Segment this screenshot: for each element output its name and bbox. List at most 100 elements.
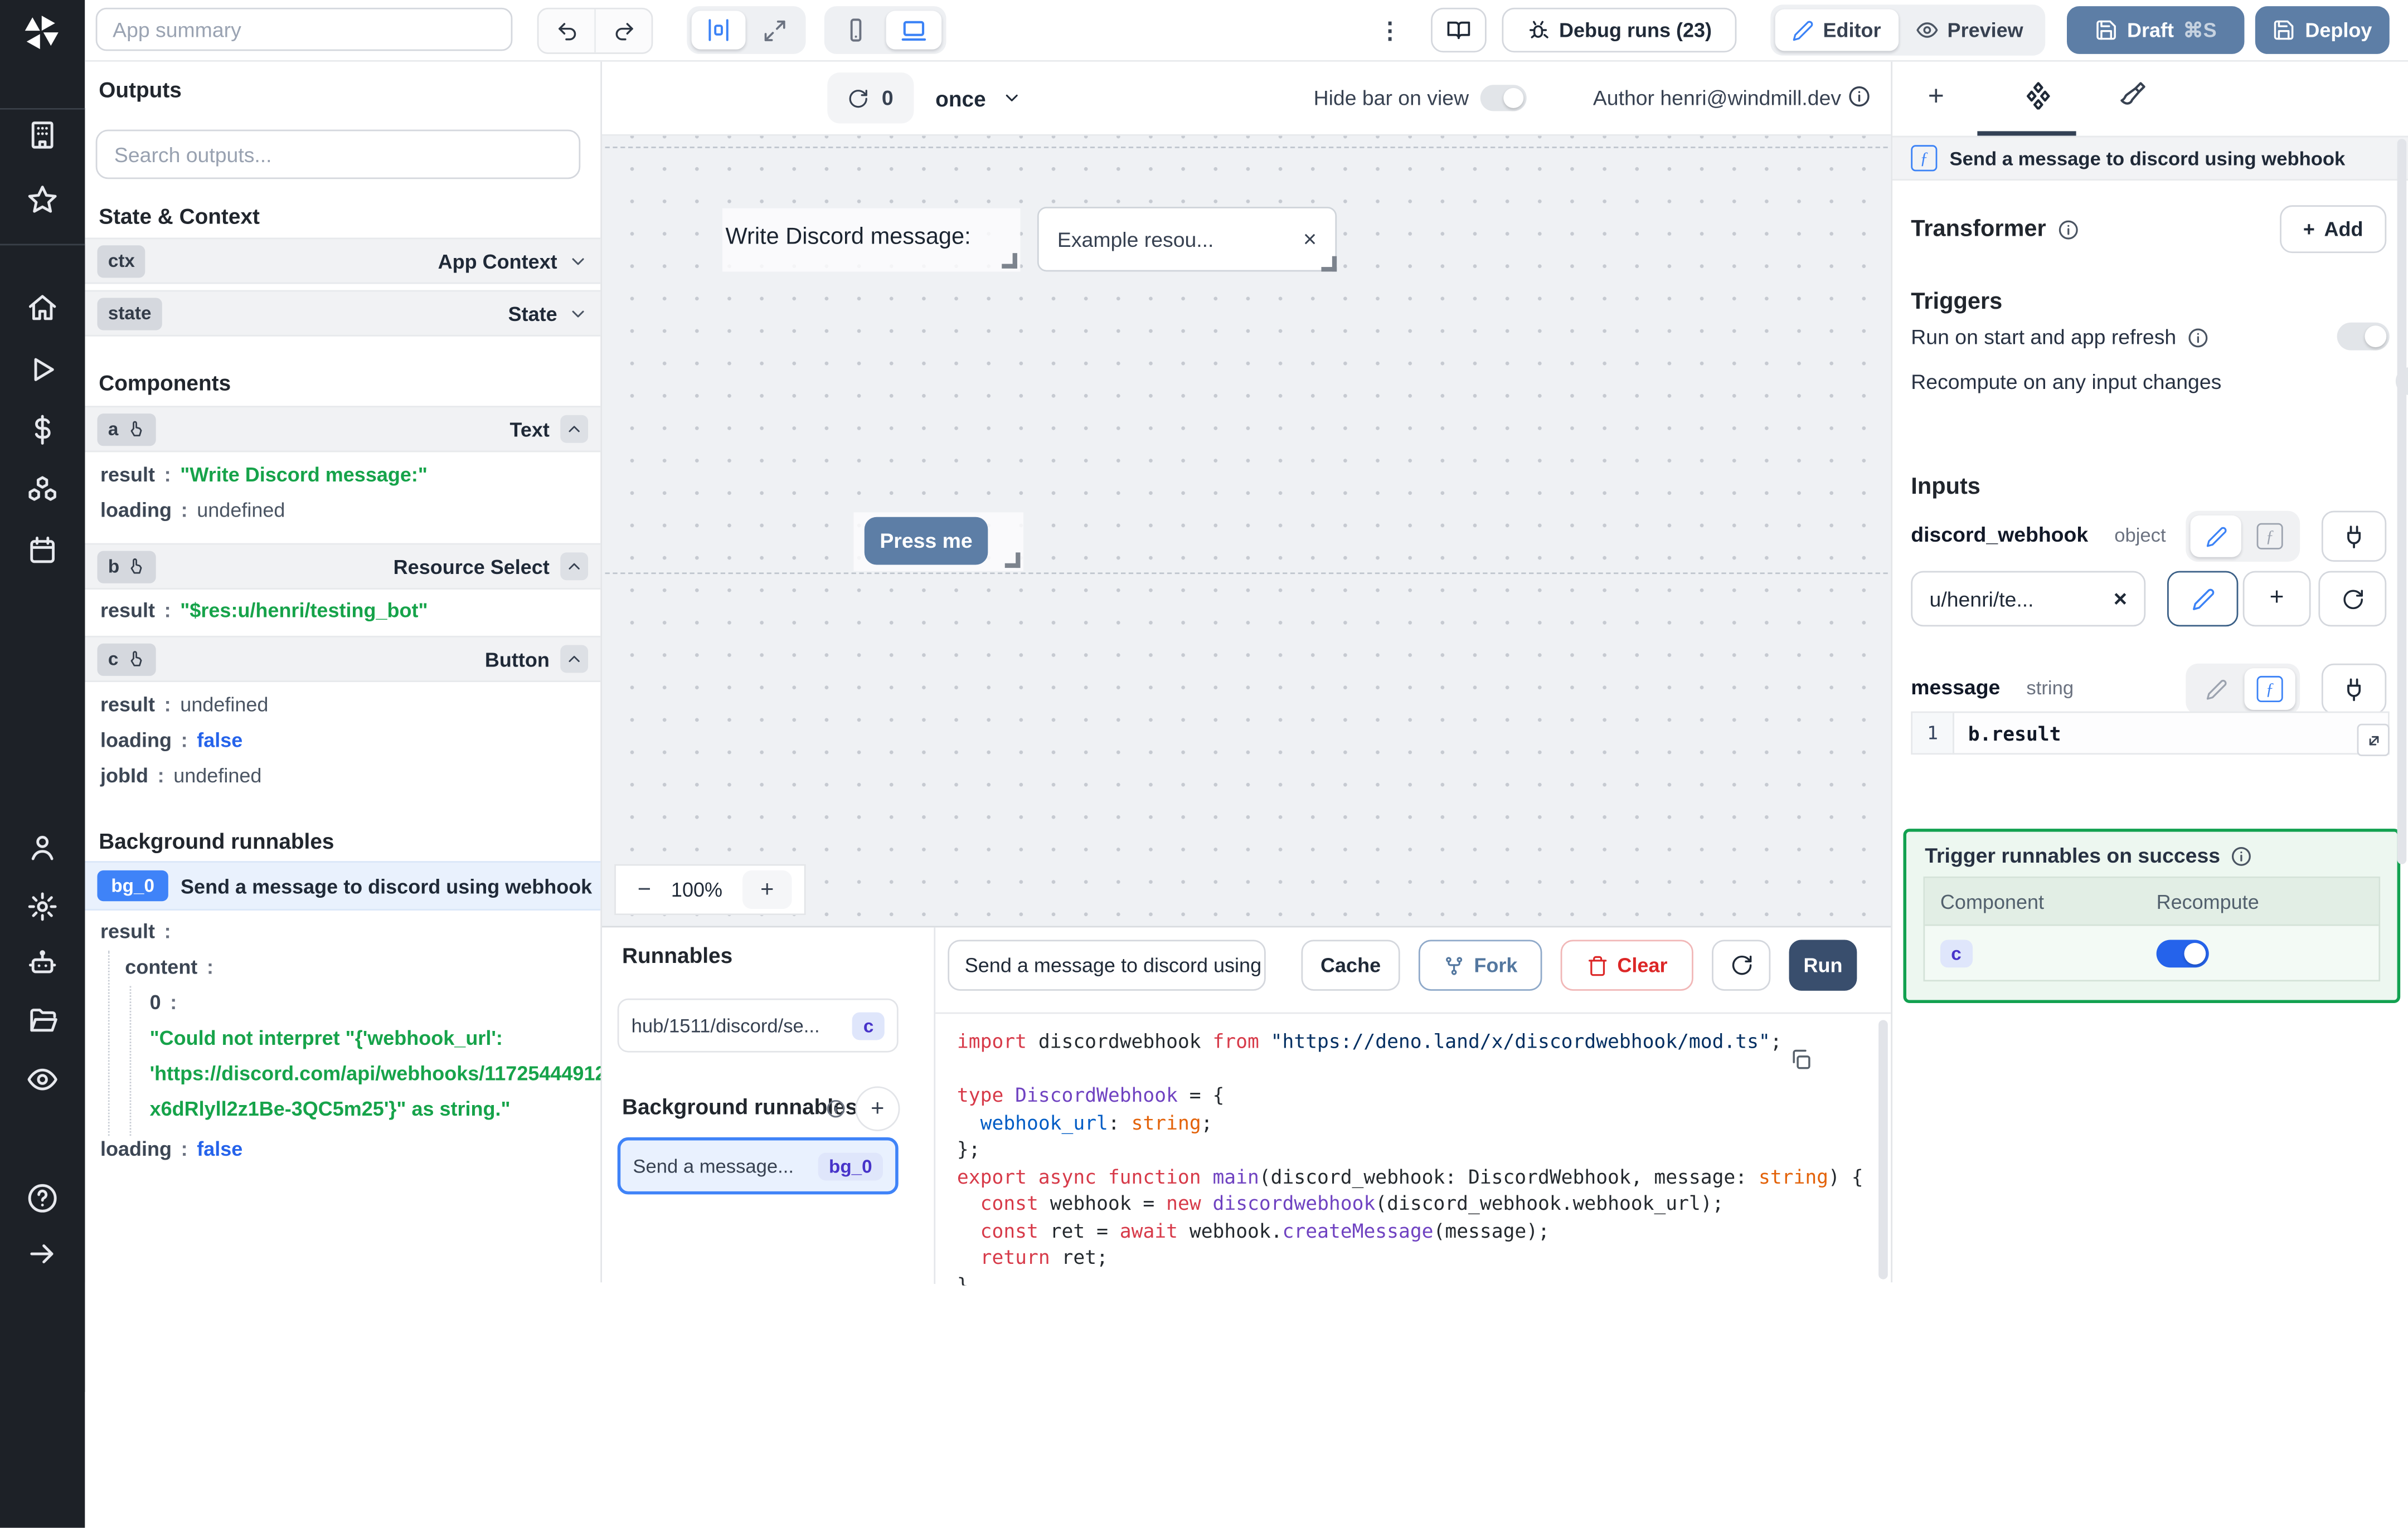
eval-mode-button[interactable]: ƒ <box>2244 668 2295 710</box>
rail-collapse-icon[interactable] <box>26 1238 59 1270</box>
output-error-line[interactable]: x6dRlyll2z1Be-3QC5m25'}" as string." <box>85 1097 600 1121</box>
info-icon[interactable] <box>1848 85 1871 108</box>
output-kv[interactable]: result: "$res:u/henri/testing_bot" <box>85 598 600 622</box>
refresh-resource-button[interactable] <box>2318 571 2387 627</box>
refresh-count-button[interactable]: 0 <box>827 72 914 124</box>
tab-insert-icon[interactable]: + <box>1928 80 1944 113</box>
app-canvas[interactable]: Write Discord message: Example resou... … <box>601 135 1891 926</box>
resize-handle[interactable] <box>1004 552 1021 568</box>
runnable-item-c[interactable]: hub/1511/discord/se... c <box>617 998 899 1053</box>
component-a-badge[interactable]: a <box>97 412 156 445</box>
button-component-frame[interactable]: Press me <box>853 512 1023 571</box>
tab-preview[interactable]: Preview <box>1898 9 2040 51</box>
app-summary-input[interactable] <box>95 7 513 51</box>
output-kv[interactable]: result: "Write Discord message:" <box>85 463 600 486</box>
resource-select-component[interactable]: Example resou... × <box>1037 207 1337 272</box>
component-c-badge[interactable]: c <box>97 643 156 675</box>
static-mode-button[interactable] <box>2191 668 2241 710</box>
info-icon[interactable] <box>2231 845 2252 867</box>
fullscreen-layout-button[interactable] <box>749 11 801 49</box>
recompute-c-toggle[interactable] <box>2156 939 2209 967</box>
static-mode-button[interactable] <box>2190 515 2241 557</box>
output-error-line[interactable]: "Could not interpret "{'webhook_url': <box>85 1026 600 1050</box>
output-kv[interactable]: 0: <box>85 991 600 1014</box>
script-name-button[interactable]: Send a message to discord using <box>948 940 1266 991</box>
chevron-down-icon[interactable] <box>568 251 588 271</box>
rail-audit-icon[interactable] <box>26 1063 59 1096</box>
component-row-c[interactable]: c Button <box>85 635 601 682</box>
edit-resource-button[interactable] <box>2167 571 2239 627</box>
run-mode-select[interactable]: once <box>935 72 1021 123</box>
panel-scrollbar[interactable] <box>2397 139 2407 864</box>
undo-button[interactable] <box>538 9 594 53</box>
rail-help-icon[interactable] <box>26 1182 59 1214</box>
eval-mode-button[interactable]: ƒ <box>2244 515 2295 557</box>
fork-button[interactable]: Fork <box>1418 940 1542 991</box>
cache-button[interactable]: Cache <box>1301 940 1400 991</box>
rail-workers-icon[interactable] <box>26 947 59 980</box>
text-component[interactable]: Write Discord message: <box>722 208 1021 272</box>
resource-picker[interactable]: u/henri/te... × <box>1911 571 2146 627</box>
output-kv[interactable]: loading: false <box>85 728 600 752</box>
collapse-button[interactable] <box>560 645 589 673</box>
connect-input-button[interactable] <box>2321 663 2387 715</box>
refresh-script-button[interactable] <box>1712 940 1771 991</box>
debug-runs-button[interactable]: Debug runs (23) <box>1502 7 1737 53</box>
code-scrollbar[interactable] <box>1878 1020 1888 1279</box>
run-on-start-toggle[interactable] <box>2337 322 2390 351</box>
rail-workspace-icon[interactable] <box>26 119 59 151</box>
draft-button[interactable]: Draft ⌘S <box>2066 6 2245 54</box>
output-kv[interactable]: content: <box>85 955 600 979</box>
press-me-button[interactable]: Press me <box>864 517 988 565</box>
mobile-view-button[interactable] <box>829 11 883 49</box>
bg0-row[interactable]: bg_0 Send a message to discord using web… <box>85 861 601 911</box>
tab-components-icon[interactable] <box>2023 80 2053 110</box>
info-icon[interactable] <box>2057 218 2079 240</box>
chevron-down-icon[interactable] <box>568 303 588 323</box>
output-kv[interactable]: result: undefined <box>85 693 600 716</box>
code-editor[interactable]: import discordwebhook from "https://deno… <box>935 1012 1891 1286</box>
desktop-view-button[interactable] <box>886 11 942 50</box>
component-row-b[interactable]: b Resource Select <box>85 543 601 590</box>
rail-home-icon[interactable] <box>26 291 59 324</box>
add-background-runnable-button[interactable]: + <box>855 1086 900 1131</box>
rail-users-icon[interactable] <box>26 832 59 864</box>
add-transformer-button[interactable]: + Add <box>2280 205 2387 254</box>
zoom-in-button[interactable]: + <box>742 870 792 909</box>
rail-runs-icon[interactable] <box>26 353 59 386</box>
clear-selection-icon[interactable]: × <box>1303 226 1317 252</box>
windmill-logo-icon[interactable] <box>22 12 62 52</box>
collapse-button[interactable] <box>560 552 589 581</box>
connect-input-button[interactable] <box>2321 510 2387 562</box>
create-resource-button[interactable]: + <box>2242 571 2311 627</box>
tab-styling-icon[interactable] <box>2119 80 2147 108</box>
rail-resources-icon[interactable] <box>26 474 59 506</box>
rail-settings-icon[interactable] <box>26 890 59 923</box>
rail-variables-icon[interactable] <box>26 413 59 446</box>
tab-editor[interactable]: Editor <box>1775 9 1898 51</box>
info-icon[interactable] <box>2187 327 2209 348</box>
resize-handle[interactable] <box>1321 256 1337 272</box>
output-kv[interactable]: loading: undefined <box>85 498 600 522</box>
zoom-out-button[interactable]: − <box>638 877 651 903</box>
output-kv[interactable]: result: <box>85 919 600 943</box>
ctx-row[interactable]: ctx App Context <box>85 237 601 284</box>
component-row-a[interactable]: a Text <box>85 406 601 452</box>
docs-button[interactable] <box>1431 7 1487 53</box>
run-button[interactable]: Run <box>1789 940 1857 991</box>
copy-code-icon[interactable] <box>1789 1048 1813 1071</box>
state-row[interactable]: state State <box>85 290 601 337</box>
runnable-item-bg0[interactable]: Send a message... bg_0 <box>617 1137 899 1195</box>
expand-editor-button[interactable] <box>2357 723 2390 756</box>
hide-bar-toggle[interactable] <box>1480 85 1527 111</box>
resize-handle[interactable] <box>1002 253 1017 269</box>
redo-button[interactable] <box>594 9 651 53</box>
output-error-line[interactable]: 'https://discord.com/api/webhooks/117254… <box>85 1062 601 1085</box>
search-outputs-input[interactable] <box>95 129 581 179</box>
clear-resource-icon[interactable]: × <box>2114 586 2127 612</box>
rail-folders-icon[interactable] <box>26 1005 59 1037</box>
deploy-button[interactable]: Deploy <box>2255 6 2390 54</box>
clear-button[interactable]: Clear <box>1560 940 1693 991</box>
more-menu-button[interactable]: ⋮ <box>1378 17 1402 45</box>
centered-layout-button[interactable] <box>691 11 746 50</box>
